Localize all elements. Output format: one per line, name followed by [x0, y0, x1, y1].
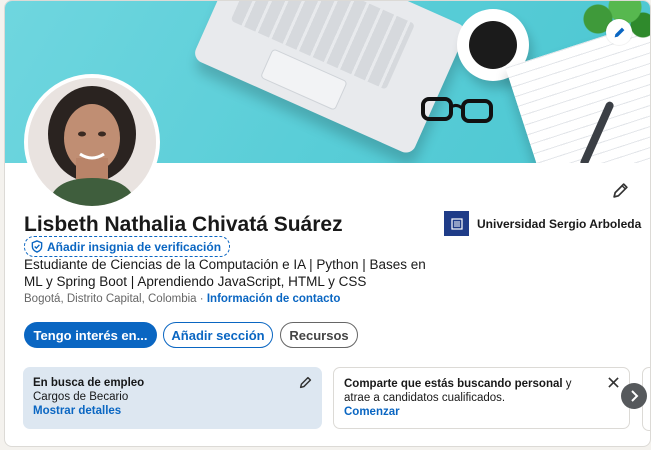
resources-button[interactable]: Recursos [280, 322, 358, 348]
pencil-icon [299, 376, 312, 389]
show-details-link[interactable]: Mostrar detalles [33, 404, 312, 418]
carousel-next-button[interactable] [621, 383, 647, 409]
university-crest-icon [450, 217, 463, 230]
profile-location-line: Bogotá, Distrito Capital, Colombia · Inf… [24, 293, 340, 305]
profile-avatar[interactable] [24, 74, 160, 210]
education-item[interactable]: Universidad Sergio Arboleda [444, 211, 641, 236]
profile-edit-button[interactable] [609, 179, 631, 201]
shield-check-icon [31, 240, 43, 253]
hiring-card-close-button[interactable] [608, 377, 619, 391]
avatar-photo [28, 78, 156, 206]
banner-glasses-illustration [421, 97, 493, 123]
get-started-link[interactable]: Comenzar [344, 405, 619, 419]
profile-headline: Estudiante de Ciencias de la Computación… [24, 257, 426, 289]
hiring-text: Comparte que estás buscando personal y a… [344, 377, 599, 405]
open-to-work-card: En busca de empleo Cargos de Becario Mos… [23, 367, 322, 429]
close-icon [608, 377, 619, 388]
profile-card: Lisbeth Nathalia Chivatá Suárez Añadir i… [4, 0, 651, 447]
open-to-work-subtitle: Cargos de Becario [33, 391, 129, 403]
verify-badge-label: Añadir insignia de verificación [47, 239, 222, 254]
pencil-icon [614, 27, 624, 37]
hiring-text-bold: Comparte que estás buscando personal [344, 378, 563, 390]
open-to-button[interactable]: Tengo interés en... [24, 322, 157, 348]
open-to-work-title: En busca de empleo [33, 377, 145, 389]
contact-info-link[interactable]: Información de contacto [207, 293, 341, 305]
pencil-icon [612, 182, 628, 198]
open-to-work-edit-button[interactable] [299, 376, 312, 393]
hiring-card: Comparte que estás buscando personal y a… [333, 367, 630, 429]
add-section-button[interactable]: Añadir sección [163, 322, 273, 348]
profile-location: Bogotá, Distrito Capital, Colombia [24, 293, 197, 305]
chevron-right-icon [631, 390, 639, 402]
banner-laptop-illustration [191, 1, 469, 156]
profile-name: Lisbeth Nathalia Chivatá Suárez [24, 213, 343, 236]
university-logo [444, 211, 469, 236]
add-verification-badge-button[interactable]: Añadir insignia de verificación [24, 236, 231, 257]
banner-edit-button[interactable] [606, 19, 632, 45]
education-name: Universidad Sergio Arboleda [477, 216, 642, 231]
location-separator: · [199, 293, 204, 305]
